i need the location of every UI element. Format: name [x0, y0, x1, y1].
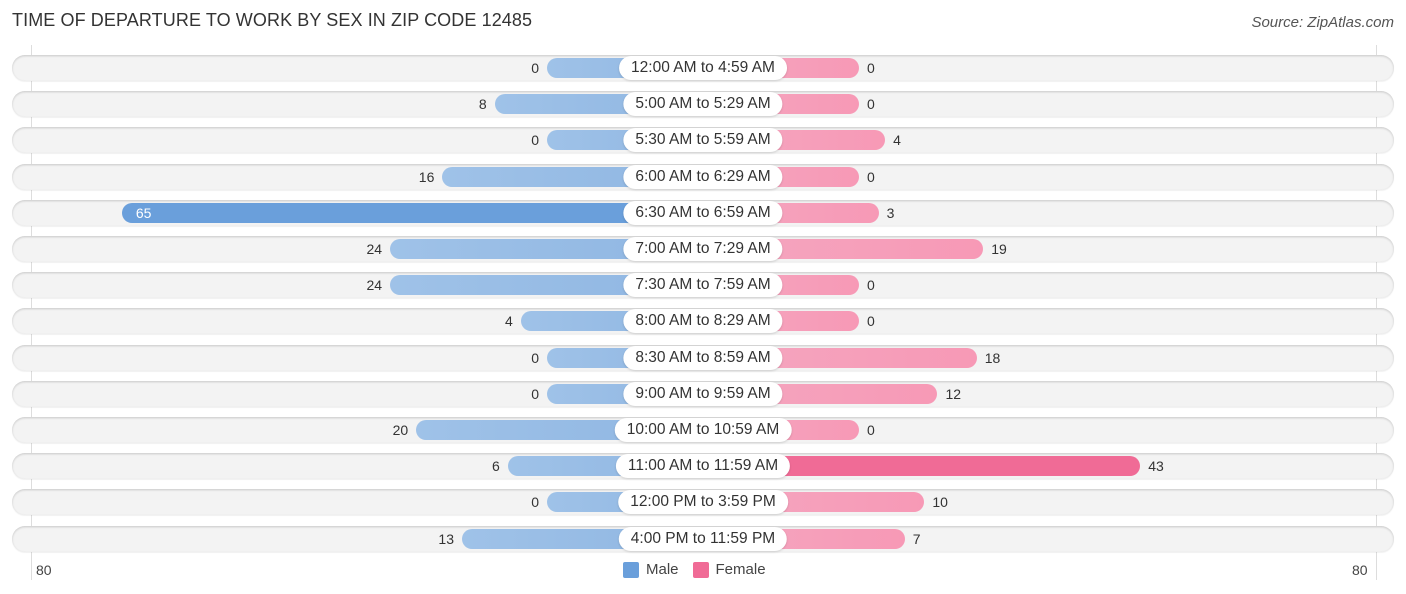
male-value-label: 0: [531, 349, 539, 366]
category-label: 8:00 AM to 8:29 AM: [623, 309, 783, 334]
category-label: 7:30 AM to 7:59 AM: [623, 273, 783, 298]
right-axis-tick: 80: [1352, 562, 1368, 578]
female-value-label: 0: [867, 168, 875, 185]
female-value-label: 0: [867, 96, 875, 113]
source-credit: Source: ZipAtlas.com: [1251, 14, 1394, 31]
category-label: 7:00 AM to 7:29 AM: [623, 237, 783, 261]
legend: Male Female: [623, 561, 780, 578]
female-value-label: 0: [867, 422, 875, 438]
male-value-label: 0: [531, 385, 539, 402]
category-label: 6:30 AM to 6:59 AM: [623, 200, 783, 225]
female-value-label: 10: [932, 494, 948, 511]
male-value-label: 0: [531, 494, 539, 511]
male-value-label: 13: [438, 530, 454, 547]
category-label: 9:00 AM to 9:59 AM: [623, 381, 783, 406]
category-label: 8:30 AM to 8:59 AM: [623, 345, 783, 370]
legend-label-male: Male: [646, 561, 679, 578]
legend-item-male[interactable]: Male: [623, 561, 679, 578]
category-label: 12:00 PM to 3:59 PM: [618, 490, 788, 515]
female-value-label: 19: [991, 241, 1007, 257]
male-value-label: 6: [491, 458, 500, 475]
female-value-label: 7: [912, 530, 921, 547]
category-label: 6:00 AM to 6:29 AM: [623, 164, 783, 189]
female-value-label: 18: [984, 349, 1001, 366]
male-value-label: 24: [366, 241, 383, 257]
female-value-label: 3: [886, 204, 895, 221]
category-label: 12:00 AM to 4:59 AM: [619, 56, 787, 80]
female-value-label: 43: [1148, 458, 1164, 475]
male-value-label: 0: [531, 60, 539, 76]
female-value-label: 0: [867, 313, 875, 330]
legend-item-female[interactable]: Female: [692, 561, 766, 578]
category-label: 5:30 AM to 5:59 AM: [623, 128, 783, 153]
male-bar[interactable]: [121, 202, 703, 223]
category-label: 5:00 AM to 5:29 AM: [623, 92, 783, 117]
male-value-label: 20: [392, 422, 409, 438]
male-value-label: 4: [505, 313, 513, 330]
left-axis-tick: 80: [36, 562, 52, 578]
male-value-label: 16: [418, 168, 435, 185]
female-swatch: [692, 561, 709, 578]
category-label: 4:00 PM to 11:59 PM: [618, 526, 788, 551]
category-label: 11:00 AM to 11:59 AM: [615, 454, 791, 479]
category-label: 10:00 AM to 10:59 AM: [614, 418, 792, 442]
legend-label-female: Female: [715, 561, 766, 578]
female-value-label: 4: [893, 132, 901, 149]
male-value-label: 65: [135, 204, 152, 221]
male-value-label: 8: [478, 96, 487, 113]
female-value-label: 0: [867, 277, 875, 294]
male-swatch: [623, 561, 639, 578]
female-value-label: 0: [867, 60, 875, 76]
male-value-label: 24: [366, 277, 383, 294]
male-value-label: 0: [531, 132, 539, 149]
female-value-label: 12: [945, 385, 962, 402]
chart-title: TIME OF DEPARTURE TO WORK BY SEX IN ZIP …: [12, 10, 533, 30]
